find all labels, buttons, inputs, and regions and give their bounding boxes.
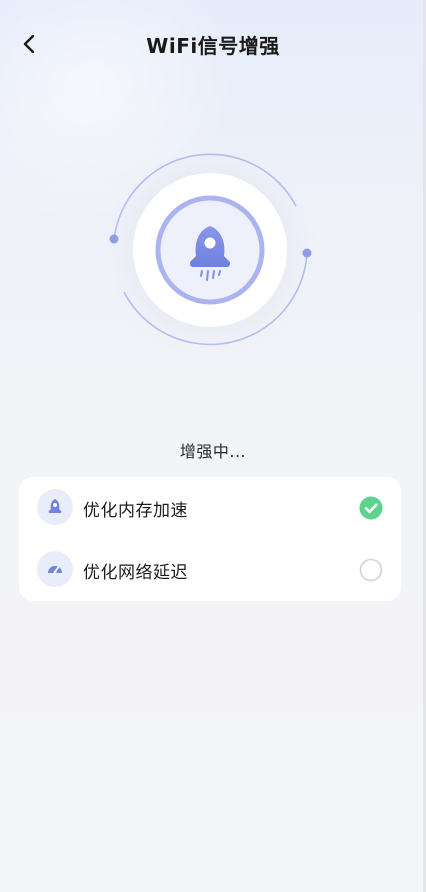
orbit-dot-left — [109, 234, 119, 244]
check-circle-icon — [359, 496, 383, 520]
task-item-memory: 优化内存加速 — [19, 477, 401, 539]
top-bar: WiFi信号增强 — [0, 18, 426, 70]
status-text: 增强中... — [179, 442, 247, 461]
empty-circle-icon — [359, 558, 383, 582]
boost-animation — [88, 138, 338, 370]
task-item-network: 优化网络延迟 — [19, 539, 401, 601]
task-label: 优化内存加速 — [83, 501, 188, 521]
speedometer-icon — [37, 551, 73, 587]
task-label: 优化网络延迟 — [83, 563, 188, 583]
task-list-card: 优化内存加速 优化网络延迟 — [19, 477, 401, 601]
rocket-icon — [37, 489, 73, 525]
orbit-dot-right — [302, 248, 312, 258]
page-title: WiFi信号增强 — [146, 34, 280, 58]
